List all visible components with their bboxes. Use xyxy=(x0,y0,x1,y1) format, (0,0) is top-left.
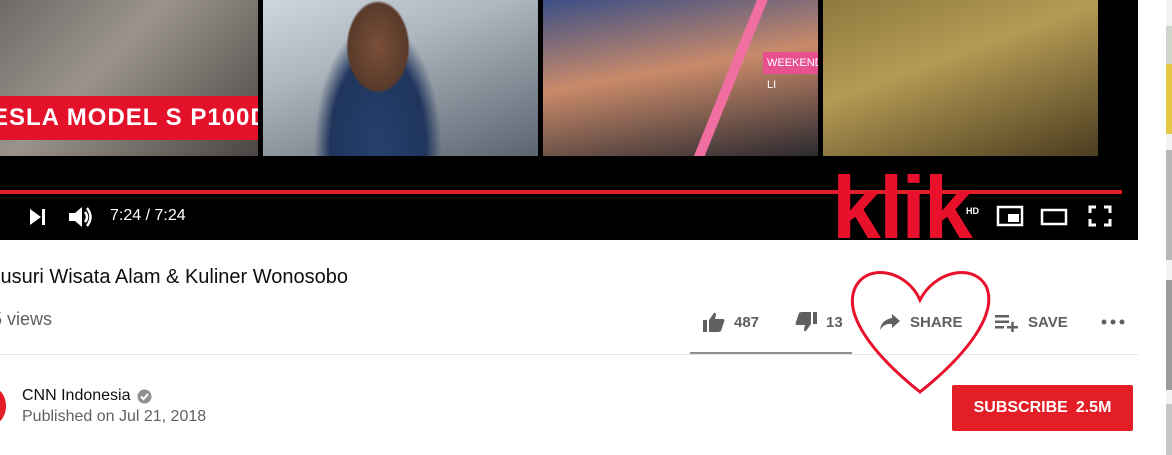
channel-avatar[interactable] xyxy=(0,388,6,424)
save-label: SAVE xyxy=(1028,313,1068,331)
subscribe-label: SUBSCRIBE xyxy=(973,399,1068,416)
theater-icon[interactable] xyxy=(1040,207,1068,227)
sidebar-thumb-3[interactable] xyxy=(1166,150,1172,260)
sidebar-thumb-1[interactable] xyxy=(1166,26,1172,66)
thumbs-down-icon xyxy=(795,312,817,332)
next-icon[interactable] xyxy=(28,208,48,226)
channel-name-row[interactable]: CNN Indonesia xyxy=(22,387,152,405)
time-display: 7:24 / 7:24 xyxy=(110,207,186,224)
verified-icon xyxy=(137,389,151,403)
sidebar-thumb-2[interactable] xyxy=(1166,64,1172,134)
end-screen-video-1-banner: ESLA MODEL S P100D xyxy=(0,96,258,140)
more-icon xyxy=(1101,319,1125,325)
end-screen-video-4[interactable] xyxy=(823,0,1098,156)
video-title: lusuri Wisata Alam & Kuliner Wonosobo xyxy=(0,266,349,288)
heart-icon xyxy=(850,271,991,394)
channel-name[interactable]: CNN Indonesia xyxy=(22,387,131,405)
like-count: 487 xyxy=(734,313,760,331)
sidebar-thumb-5[interactable] xyxy=(1166,404,1172,455)
view-count: 5 views xyxy=(0,309,53,329)
save-button[interactable]: SAVE xyxy=(994,308,1068,336)
subscribe-button[interactable]: SUBSCRIBE 2.5M xyxy=(952,385,1133,431)
sidebar-thumb-4[interactable] xyxy=(1166,280,1172,390)
thumbs-up-icon xyxy=(703,312,725,332)
subscriber-count: 2.5M xyxy=(1075,399,1112,416)
end-screen-video-2-thumbnail xyxy=(303,0,453,156)
end-screen-video-3-tag: WEEKEND LI xyxy=(763,52,818,91)
add-to-playlist-icon xyxy=(995,315,1018,332)
end-screen-video-1[interactable]: ESLA MODEL S P100D xyxy=(0,0,258,156)
end-screen-video-2[interactable] xyxy=(263,0,538,156)
end-screen-video-3[interactable]: WEEKEND LI xyxy=(543,0,818,156)
like-button[interactable]: 487 xyxy=(702,308,759,336)
klik-annotation: klik xyxy=(832,158,973,257)
end-screen-video-3-stripe xyxy=(687,0,769,156)
volume-icon[interactable] xyxy=(66,204,96,230)
more-actions-button[interactable] xyxy=(1100,308,1134,336)
dislike-button[interactable]: 13 xyxy=(794,308,843,336)
fullscreen-icon[interactable] xyxy=(1088,205,1112,227)
miniplayer-icon[interactable] xyxy=(996,205,1024,227)
dislike-count: 13 xyxy=(826,313,843,331)
publish-date: Published on Jul 21, 2018 xyxy=(22,408,207,425)
